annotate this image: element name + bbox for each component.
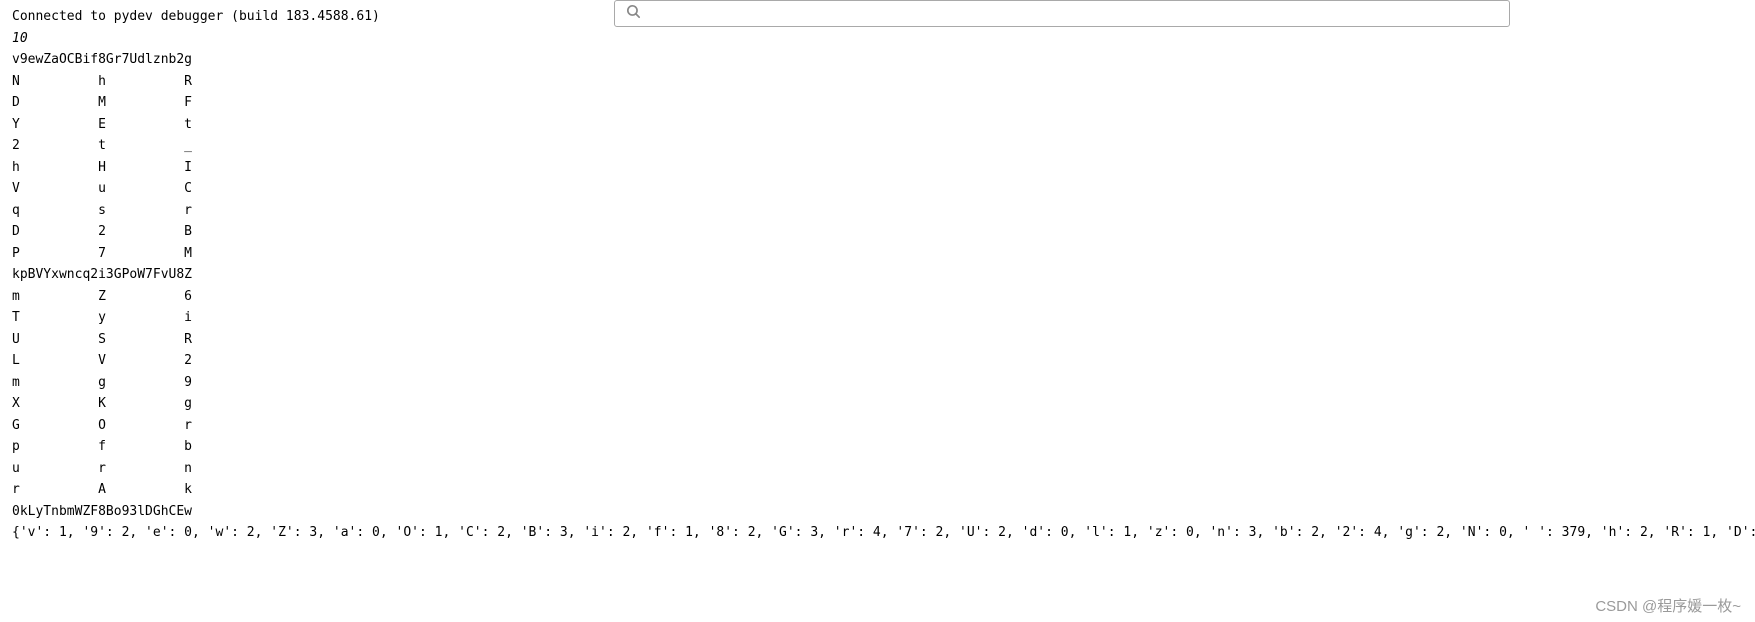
output-line: Y E t xyxy=(12,114,1755,136)
output-line: p f b xyxy=(12,436,1755,458)
output-line: L V 2 xyxy=(12,350,1755,372)
console-output: Connected to pydev debugger (build 183.4… xyxy=(0,0,1755,544)
output-line: m Z 6 xyxy=(12,286,1755,308)
output-line: h H I xyxy=(12,157,1755,179)
output-line: D M F xyxy=(12,92,1755,114)
watermark: CSDN @程序媛一枚~ xyxy=(1595,595,1741,616)
output-count: 10 xyxy=(12,28,1755,50)
output-line: kpBVYxwncq2i3GPoW7FvU8Z xyxy=(12,264,1755,286)
output-line: {'v': 1, '9': 2, 'e': 0, 'w': 2, 'Z': 3,… xyxy=(12,522,1755,544)
output-line: D 2 B xyxy=(12,221,1755,243)
search-input[interactable] xyxy=(650,6,1499,21)
output-line: X K g xyxy=(12,393,1755,415)
output-line: U S R xyxy=(12,329,1755,351)
output-line: u r n xyxy=(12,458,1755,480)
output-line: q s r xyxy=(12,200,1755,222)
output-line: r A k xyxy=(12,479,1755,501)
output-line: G O r xyxy=(12,415,1755,437)
output-line: 2 t _ xyxy=(12,135,1755,157)
output-line: m g 9 xyxy=(12,372,1755,394)
output-line: 0kLyTnbmWZF8Bo93lDGhCEw xyxy=(12,501,1755,523)
output-line: N h R xyxy=(12,71,1755,93)
output-line: P 7 M xyxy=(12,243,1755,265)
search-bar[interactable] xyxy=(614,0,1510,27)
output-line: V u C xyxy=(12,178,1755,200)
search-icon xyxy=(625,3,642,24)
output-line: v9ewZaOCBif8Gr7Udlznb2g xyxy=(12,49,1755,71)
output-line: T y i xyxy=(12,307,1755,329)
